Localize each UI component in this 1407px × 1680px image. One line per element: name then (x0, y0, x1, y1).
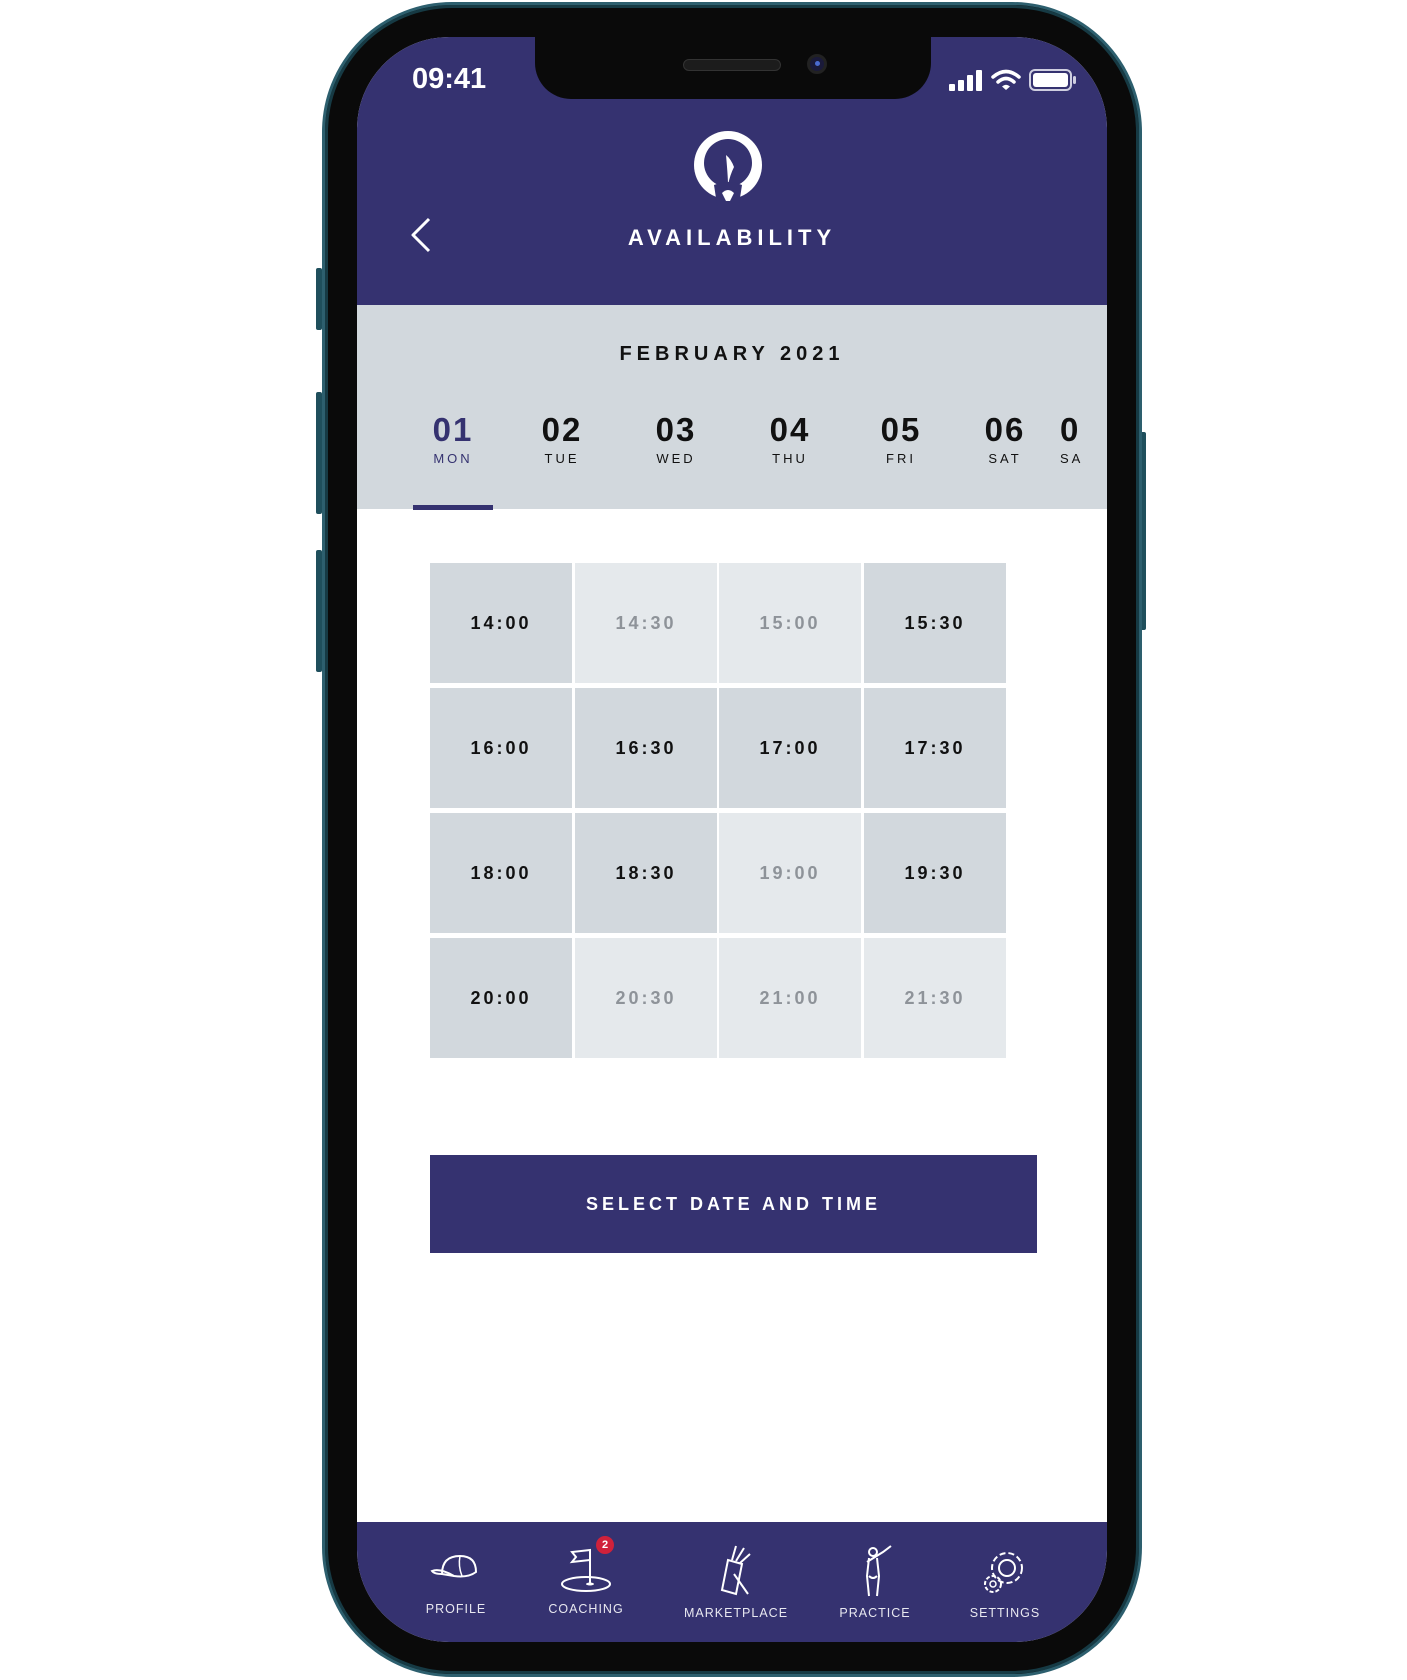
date-selector: FEBRUARY 2021 01 MON 02 TUE 03 WED 04 TH… (357, 305, 1107, 510)
day-tab-01[interactable]: 01 MON (413, 411, 493, 466)
camera (807, 54, 827, 74)
phone-screen: 09:41 AVAILABILITY FEBRUARY 2021 01 MON … (357, 37, 1107, 1642)
golfer-icon (865, 1545, 892, 1597)
day-weekday: SAT (988, 451, 1022, 466)
day-number: 03 (655, 411, 697, 448)
day-weekday: MON (433, 451, 473, 466)
day-weekday: SA (1060, 451, 1084, 466)
day-number: 04 (769, 411, 811, 448)
tab-settings[interactable]: SETTINGS (940, 1544, 1070, 1620)
tab-practice[interactable]: PRACTICE (810, 1544, 940, 1620)
time-slot-2000[interactable]: 20:00 (430, 938, 572, 1058)
time-slot-2030: 20:30 (575, 938, 717, 1058)
day-tab-07[interactable]: 0 SA (1060, 411, 1107, 466)
day-tab-04[interactable]: 04 THU (750, 411, 830, 466)
tab-marketplace[interactable]: MARKETPLACE (671, 1544, 801, 1620)
gear-icon (984, 1552, 1023, 1593)
time-slot-1400[interactable]: 14:00 (430, 563, 572, 683)
day-number: 01 (432, 411, 474, 448)
day-weekday: FRI (886, 451, 916, 466)
day-tab-03[interactable]: 03 WED (636, 411, 716, 466)
tab-label: PROFILE (425, 1602, 487, 1616)
tab-profile[interactable]: PROFILE (391, 1544, 521, 1616)
notification-badge: 2 (596, 1536, 614, 1554)
day-weekday: THU (772, 451, 808, 466)
brand-logo (694, 131, 762, 211)
day-number: 0 (1060, 411, 1081, 448)
golf-bag-icon (720, 1545, 751, 1596)
notch (535, 37, 931, 99)
selected-day-indicator (413, 505, 493, 510)
day-number: 05 (880, 411, 922, 448)
battery-icon (1029, 69, 1076, 91)
signal-icon (949, 70, 982, 91)
day-weekday: WED (656, 451, 696, 466)
cap-icon (430, 1554, 478, 1578)
tab-label: PRACTICE (839, 1606, 911, 1620)
page-title: AVAILABILITY (627, 225, 837, 250)
day-tab-06[interactable]: 06 SAT (965, 411, 1045, 466)
day-tab-05[interactable]: 05 FRI (861, 411, 941, 466)
bottom-tab-bar: PROFILE 2 COACHING MARKETPLACE PRACTICE … (357, 1522, 1107, 1642)
day-number: 06 (984, 411, 1026, 448)
tab-label: COACHING (548, 1602, 624, 1616)
time-slot-1830[interactable]: 18:30 (575, 813, 717, 933)
month-label: FEBRUARY 2021 (619, 343, 845, 365)
time-slot-1530[interactable]: 15:30 (864, 563, 1006, 683)
time-slot-2130: 21:30 (864, 938, 1006, 1058)
time-slot-1730[interactable]: 17:30 (864, 688, 1006, 808)
tab-coaching[interactable]: 2 COACHING (521, 1536, 651, 1616)
time-slot-1900: 19:00 (719, 813, 861, 933)
day-weekday: TUE (544, 451, 580, 466)
tab-label: MARKETPLACE (683, 1606, 789, 1620)
status-icons (949, 69, 1077, 91)
time-slot-1930[interactable]: 19:30 (864, 813, 1006, 933)
time-slot-2100: 21:00 (719, 938, 861, 1058)
select-date-time-button[interactable]: SELECT DATE AND TIME (430, 1155, 1037, 1253)
speaker (683, 59, 781, 71)
day-tab-02[interactable]: 02 TUE (522, 411, 602, 466)
time-slot-1700[interactable]: 17:00 (719, 688, 861, 808)
time-slot-1800[interactable]: 18:00 (430, 813, 572, 933)
time-slot-1600[interactable]: 16:00 (430, 688, 572, 808)
wifi-icon (991, 69, 1021, 90)
day-number: 02 (541, 411, 583, 448)
tab-label: SETTINGS (969, 1606, 1041, 1620)
time-slot-1430: 14:30 (575, 563, 717, 683)
time-slot-1630[interactable]: 16:30 (575, 688, 717, 808)
status-time: 09:41 (412, 63, 487, 95)
time-slot-1500: 15:00 (719, 563, 861, 683)
